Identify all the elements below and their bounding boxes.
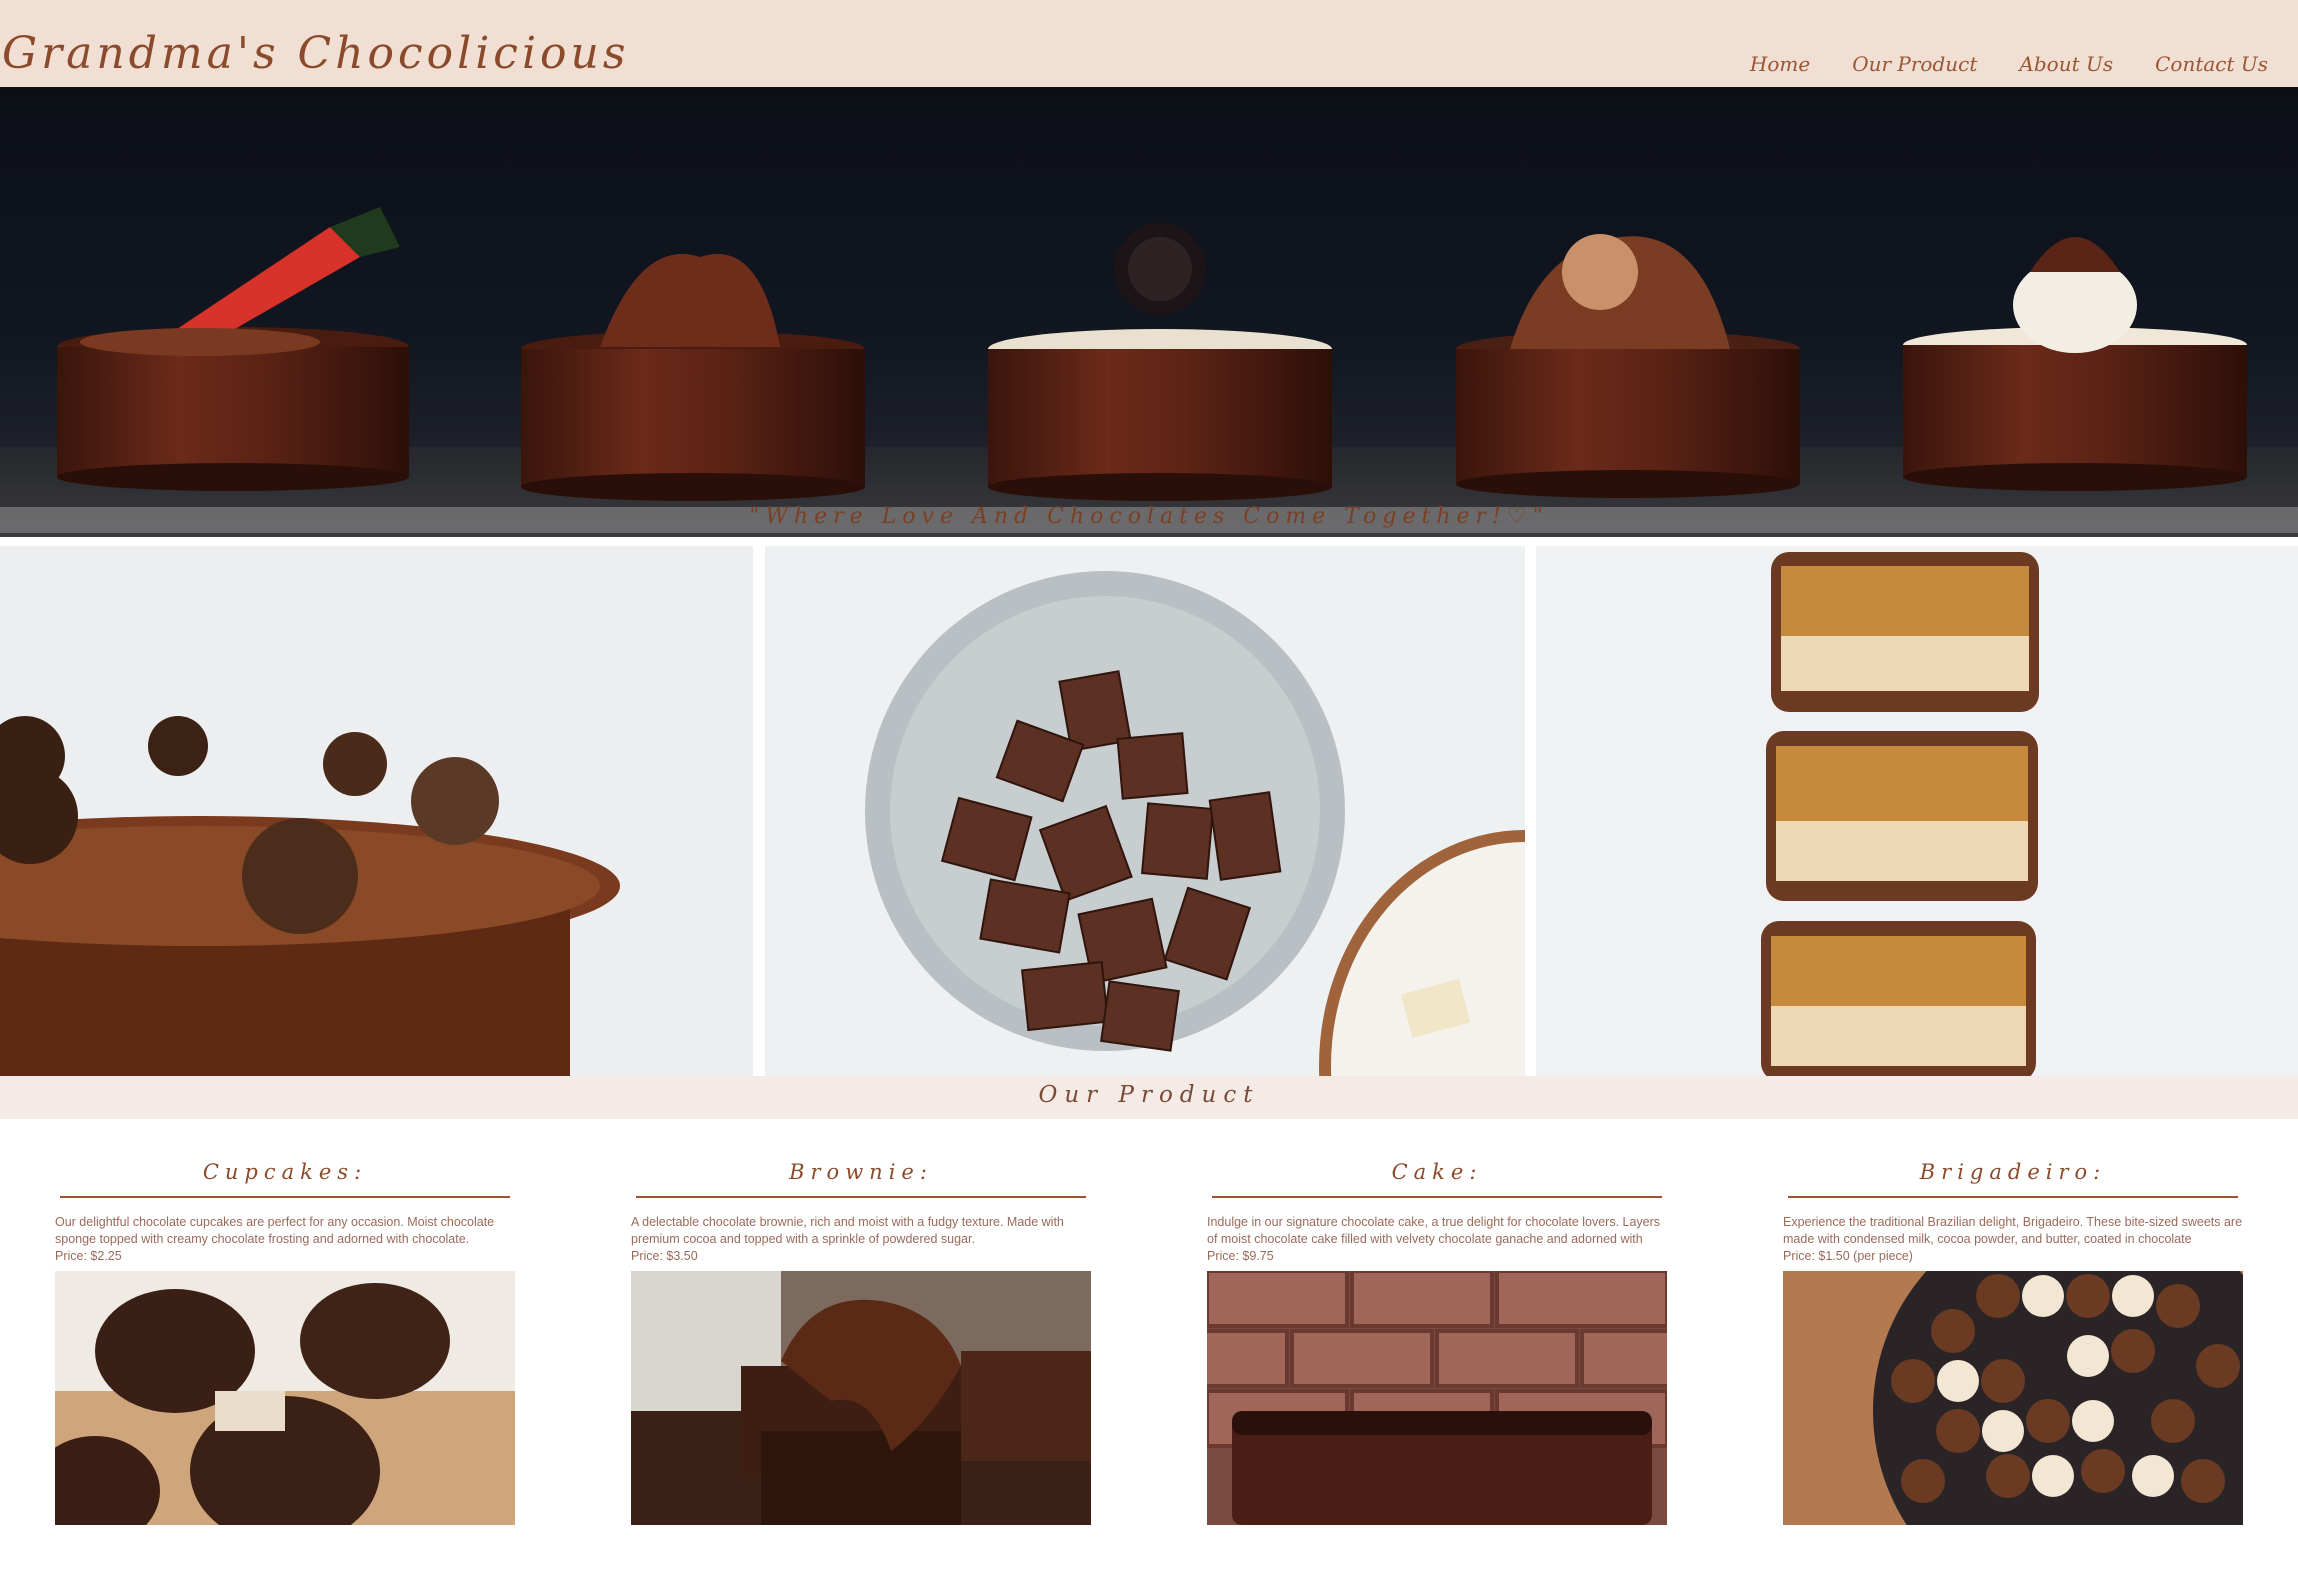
chocolate-cups-image [57, 207, 2247, 501]
brigadeiro-platter-image [1783, 1271, 2243, 1525]
product-description: Our delightful chocolate cupcakes are pe… [55, 1215, 495, 1246]
product-description: A delectable chocolate brownie, rich and… [631, 1215, 1064, 1246]
brownie-image [631, 1271, 1091, 1525]
site-logo[interactable]: Grandma's Chocolicious [2, 28, 629, 79]
product-price: Price: $2.25 [55, 1249, 122, 1263]
nav-home[interactable]: Home [1750, 52, 1810, 76]
product-price: Price: $9.75 [1207, 1249, 1274, 1263]
product-price: Price: $3.50 [631, 1249, 698, 1263]
hero-banner-image [0, 87, 2298, 537]
title-divider [60, 1196, 510, 1198]
title-divider [1212, 1196, 1662, 1198]
nav-about-us[interactable]: About Us [2019, 52, 2113, 76]
product-card-cupcakes: Cupcakes: Our delightful chocolate cupca… [55, 1160, 515, 1525]
hero-tagline: "Where Love And Chocolates Come Together… [749, 504, 1549, 529]
product-image [55, 1271, 515, 1525]
product-image [631, 1271, 1091, 1525]
product-card-cake: Cake: Indulge in our signature chocolate… [1207, 1160, 1667, 1525]
stacked-candy-bars-image [1761, 552, 2039, 1076]
product-description: Experience the traditional Brazilian del… [1783, 1215, 2243, 1246]
nav-our-product[interactable]: Our Product [1852, 52, 1977, 76]
product-title: Brownie: [789, 1160, 933, 1184]
product-title: Cupcakes: [202, 1160, 368, 1184]
main-nav: Home Our Product About Us Contact Us [1750, 52, 2268, 76]
chocolate-cupcakes-image [55, 1271, 515, 1525]
chocolate-cake-image [1207, 1271, 1667, 1525]
chocolate-pieces-bowl-image [865, 571, 1525, 1076]
nav-contact-us[interactable]: Contact Us [2155, 52, 2268, 76]
product-image [1207, 1271, 1667, 1525]
title-divider [1788, 1196, 2238, 1198]
product-title: Brigadeiro: [1919, 1160, 2107, 1184]
product-card-brownie: Brownie: A delectable chocolate brownie,… [631, 1160, 1091, 1525]
gallery-image-candy-bars [1536, 546, 2298, 1076]
product-card-brigadeiro: Brigadeiro: Experience the traditional B… [1783, 1160, 2243, 1525]
site-header: Grandma's Chocolicious Home Our Product … [0, 0, 2298, 87]
chocolate-cake-truffles-image [0, 716, 620, 1076]
product-title: Cake: [1391, 1160, 1483, 1184]
gallery-image-cake [0, 546, 753, 1076]
title-divider [636, 1196, 1086, 1198]
product-description: Indulge in our signature chocolate cake,… [1207, 1215, 1661, 1246]
product-image [1783, 1271, 2243, 1525]
product-price: Price: $1.50 (per piece) [1783, 1249, 1913, 1263]
gallery-image-chocolate-bowl [765, 546, 1525, 1076]
section-title: Our Product [1038, 1082, 1260, 1108]
